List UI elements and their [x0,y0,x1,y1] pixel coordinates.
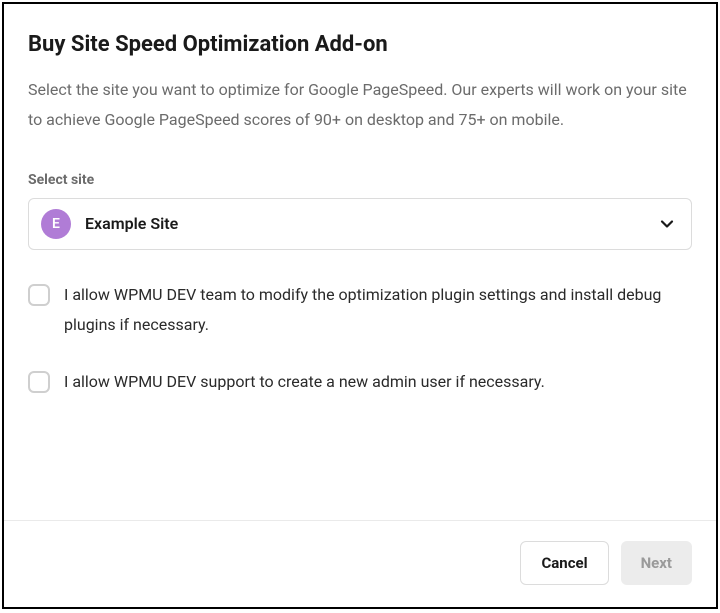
next-button[interactable]: Next [621,541,692,585]
consent-row-admin-user: I allow WPMU DEV support to create a new… [28,371,692,397]
select-site-label: Select site [28,172,692,188]
chevron-down-icon [659,216,675,232]
checkbox-label: I allow WPMU DEV team to modify the opti… [64,280,692,341]
checkbox-label: I allow WPMU DEV support to create a new… [64,367,545,397]
checkbox-admin-user[interactable] [28,371,50,393]
buy-addon-modal: Buy Site Speed Optimization Add-on Selec… [2,2,718,609]
modal-body: Buy Site Speed Optimization Add-on Selec… [4,4,716,520]
site-avatar: E [41,209,71,239]
cancel-button[interactable]: Cancel [520,541,608,585]
modal-title: Buy Site Speed Optimization Add-on [28,32,692,57]
modal-description: Select the site you want to optimize for… [28,75,692,136]
site-select[interactable]: E Example Site [28,198,692,250]
consent-row-modify-plugins: I allow WPMU DEV team to modify the opti… [28,284,692,341]
site-select-value: Example Site [85,214,659,233]
modal-footer: Cancel Next [4,520,716,607]
checkbox-modify-plugins[interactable] [28,284,50,306]
